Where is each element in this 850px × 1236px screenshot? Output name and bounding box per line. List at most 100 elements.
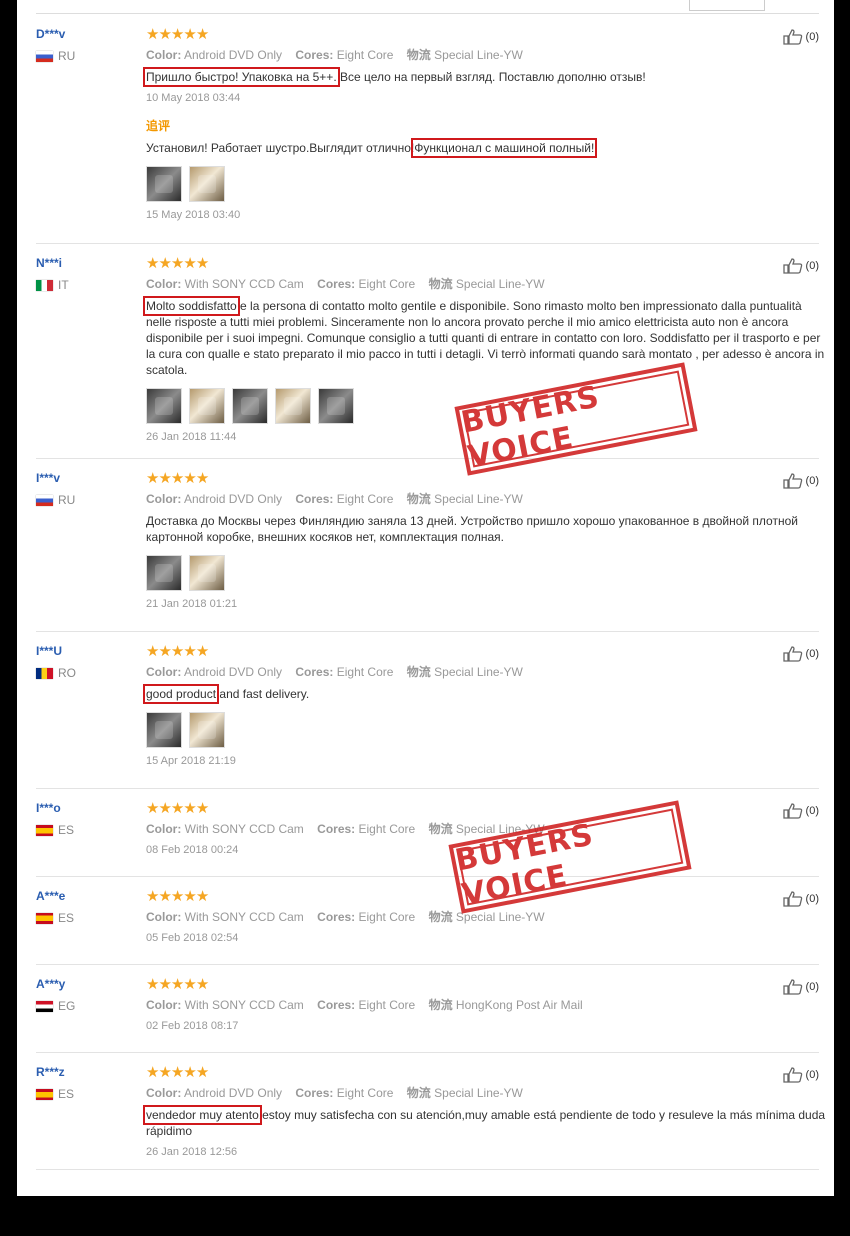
country-flag-icon	[36, 912, 53, 924]
review-text-body: e la persona di contatto molto gentile e…	[146, 299, 825, 377]
cores-label: Cores:	[295, 492, 334, 506]
star-rating: ★★★★★	[146, 801, 826, 817]
reviewer-country: EG	[36, 999, 75, 1013]
review-photos	[146, 712, 826, 748]
review-content: ★★★★★ Color: Android DVD Only Cores: Eigh…	[143, 26, 826, 222]
logistics-value: Special Line-YW	[434, 48, 523, 62]
cores-label: Cores:	[317, 277, 356, 291]
highlighted-phrase: vendedor muy atento	[143, 1105, 262, 1125]
color-value: With SONY CCD Cam	[184, 998, 304, 1012]
helpful-button[interactable]: (0)	[782, 979, 819, 995]
reviewer-name[interactable]: A***e	[36, 889, 65, 903]
reviewer-name[interactable]: N***i	[36, 256, 62, 270]
review-text: vendedor muy atento,estoy muy satisfecha…	[143, 1105, 826, 1139]
color-value: Android DVD Only	[184, 48, 283, 62]
review-content: ★★★★★ Color: Android DVD Only Cores: Eigh…	[142, 644, 826, 768]
reviewer-name[interactable]: D***v	[36, 27, 65, 41]
star-icon: ★	[170, 800, 184, 817]
country-code: RO	[58, 666, 76, 680]
star-icon: ★	[146, 888, 159, 905]
logistics-label: 物流	[428, 277, 453, 291]
helpful-button[interactable]: (0)	[782, 29, 819, 45]
logistics-value: Special Line-YW	[434, 492, 523, 506]
logistics-label: 物流	[428, 822, 453, 836]
logistics-label: 物流	[406, 1086, 431, 1100]
highlighted-phrase: Функционал с машиной полный!	[411, 138, 598, 158]
color-value: With SONY CCD Cam	[184, 277, 304, 291]
review-photo-thumbnail[interactable]	[146, 388, 182, 424]
star-icon: ★	[146, 976, 159, 993]
logistics-value: Special Line-YW	[434, 665, 523, 679]
helpful-count: (0)	[805, 475, 819, 487]
country-code: RU	[58, 49, 76, 63]
review-text: good product and fast delivery.	[142, 684, 826, 704]
review-photo-thumbnail[interactable]	[189, 712, 225, 748]
color-label: Color:	[146, 998, 182, 1012]
order-attributes: Color: Android DVD Only Cores: Eight Cor…	[146, 1085, 826, 1101]
pagination-box[interactable]	[689, 0, 765, 11]
star-icon: ★	[146, 470, 159, 487]
reviewer-name[interactable]: R***z	[36, 1065, 65, 1079]
country-code: ES	[58, 1087, 75, 1101]
star-icon: ★	[158, 26, 171, 43]
review-content: ★★★★★ Color: Android DVD Only Cores: Eigh…	[143, 1065, 826, 1159]
reviewer-country: ES	[36, 911, 74, 925]
review-photo-thumbnail[interactable]	[189, 388, 225, 424]
cores-label: Cores:	[317, 910, 356, 924]
helpful-button[interactable]: (0)	[782, 803, 819, 819]
order-attributes: Color: With SONY CCD Cam Cores: Eight Co…	[146, 909, 826, 925]
logistics-value: Special Line-YW	[455, 277, 545, 291]
helpful-button[interactable]: (0)	[782, 891, 819, 907]
review-date: 26 Jan 2018 12:56	[146, 1146, 238, 1158]
helpful-button[interactable]: (0)	[782, 646, 819, 662]
color-label: Color:	[146, 1086, 182, 1100]
star-icon: ★	[158, 470, 171, 487]
review-date: 10 May 2018 03:44	[146, 92, 241, 104]
cores-label: Cores:	[317, 822, 356, 836]
reviewer-name[interactable]: I***U	[36, 644, 62, 658]
cores-label: Cores:	[295, 665, 334, 679]
helpful-button[interactable]: (0)	[782, 258, 819, 274]
review-photo-thumbnail[interactable]	[318, 388, 354, 424]
reviewer-name[interactable]: I***o	[36, 801, 61, 815]
helpful-button[interactable]: (0)	[782, 1067, 819, 1083]
reviewer-name[interactable]: A***y	[36, 977, 65, 991]
review-item: N***i IT ★★★★★ Color: With SONY CCD Cam Cor…	[36, 244, 824, 459]
review-photo-thumbnail[interactable]	[275, 388, 311, 424]
thumbs-up-icon	[782, 646, 806, 662]
country-flag-icon	[36, 1000, 53, 1012]
review-photo-thumbnail[interactable]	[232, 388, 268, 424]
country-code: RU	[58, 493, 76, 507]
review-photo-thumbnail[interactable]	[146, 555, 182, 591]
highlighted-phrase: Пришло быстро! Упаковка на 5++.	[143, 67, 340, 87]
reviewer-name[interactable]: I***v	[36, 471, 60, 485]
cores-value: Eight Core	[358, 998, 416, 1012]
review-photo-thumbnail[interactable]	[146, 712, 182, 748]
review-photo-thumbnail[interactable]	[189, 166, 225, 202]
country-code: ES	[58, 911, 75, 925]
review-text: Molto soddisfatto e la persona di contat…	[143, 296, 826, 378]
order-attributes: Color: With SONY CCD Cam Cores: Eight Co…	[146, 821, 826, 837]
helpful-button[interactable]: (0)	[782, 473, 819, 489]
star-icon: ★	[195, 888, 209, 905]
star-rating: ★★★★★	[146, 644, 826, 660]
star-icon: ★	[183, 470, 196, 487]
review-photo-thumbnail[interactable]	[189, 555, 225, 591]
cores-value: Eight Core	[358, 822, 416, 836]
review-text: Доставка до Москвы через Финляндию занял…	[146, 513, 826, 545]
star-icon: ★	[158, 255, 171, 272]
thumbs-up-icon	[782, 891, 806, 907]
review-text-body: Все цело на первый взгляд. Поставлю допо…	[336, 70, 646, 84]
cores-label: Cores:	[295, 1086, 334, 1100]
thumbs-up-icon	[782, 803, 806, 819]
star-icon: ★	[158, 976, 171, 993]
review-photo-thumbnail[interactable]	[146, 166, 182, 202]
star-icon: ★	[158, 800, 171, 817]
review-text: Пришло быстро! Упаковка на 5++. Все цело…	[143, 67, 826, 87]
order-attributes: Color: With SONY CCD Cam Cores: Eight Co…	[146, 997, 826, 1013]
logistics-label: 物流	[406, 665, 431, 679]
color-value: With SONY CCD Cam	[184, 822, 304, 836]
star-icon: ★	[183, 255, 196, 272]
additional-review-text: Установил! Работает шустро.Выглядит отли…	[146, 138, 826, 158]
additional-review-tag: 追评	[146, 119, 171, 133]
